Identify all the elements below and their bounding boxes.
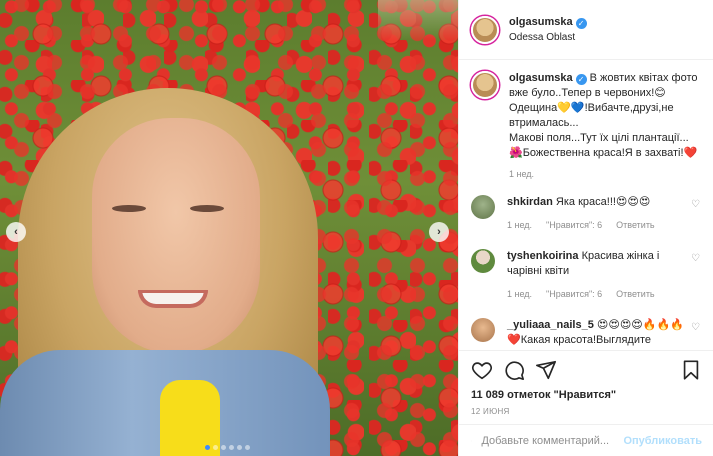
comment-time[interactable]: 1 нед. — [507, 287, 532, 302]
commenter-username[interactable]: _yuliaaa_nails_5 — [507, 319, 594, 331]
comment-like-heart-icon[interactable]: ♡ — [691, 199, 700, 210]
post-panel: olgasumska ✓ Odessa Oblast olgasumska ✓ В … — [458, 0, 713, 456]
caption-username[interactable]: olgasumska — [509, 72, 573, 84]
author-username[interactable]: olgasumska — [509, 16, 573, 28]
comment-input[interactable] — [481, 434, 624, 447]
heart-icon[interactable] — [471, 359, 493, 381]
post-photo[interactable]: ‹ › — [0, 0, 458, 456]
chevron-left-icon: ‹ — [14, 226, 18, 238]
comment-time[interactable]: 1 нед. — [507, 218, 532, 233]
carousel-dot — [213, 445, 218, 450]
commenter-username[interactable]: shkirdan — [507, 196, 553, 208]
reply-button[interactable]: Ответить — [616, 218, 654, 233]
carousel-prev-button[interactable]: ‹ — [6, 222, 26, 242]
verified-icon: ✓ — [575, 74, 587, 85]
comments-list[interactable]: olgasumska ✓ В жовтих квітах фото вже бул… — [459, 61, 713, 350]
author-avatar[interactable] — [471, 15, 499, 44]
chevron-right-icon: › — [437, 226, 441, 238]
portrait-smile — [138, 290, 208, 308]
portrait-face — [92, 118, 260, 354]
commenter-avatar[interactable] — [471, 195, 495, 219]
caption-line: Макові поля...Тут їх цілі плантації... — [509, 132, 689, 144]
portrait-eye-right — [190, 205, 224, 212]
commenter-username[interactable]: tyshenkoirina — [507, 250, 579, 262]
share-icon[interactable] — [535, 359, 557, 381]
caption-line: Одещина💛💙!Вибачте,друзі,не втрималась... — [509, 102, 674, 129]
post-header: olgasumska ✓ Odessa Oblast — [459, 0, 713, 60]
carousel-next-button[interactable]: › — [429, 222, 449, 242]
caption-line: 🌺Божественна краса!Я в захваті!❤️ — [509, 147, 698, 159]
reply-button[interactable]: Ответить — [616, 287, 654, 302]
comment-likes[interactable]: "Нравится": 6 — [546, 287, 602, 302]
sky-patch — [378, 0, 458, 40]
post-location[interactable]: Odessa Oblast — [509, 32, 587, 43]
carousel-dot — [237, 445, 242, 450]
caption-time[interactable]: 1 нед. — [509, 169, 702, 179]
carousel-dot — [221, 445, 226, 450]
likes-count[interactable]: 11 089 отметок "Нравится" — [459, 381, 713, 401]
carousel-dot — [229, 445, 234, 450]
commenter-avatar[interactable] — [471, 249, 495, 273]
carousel-dots — [205, 445, 250, 450]
comment-icon[interactable] — [503, 359, 525, 381]
comment-item: _yuliaaa_nails_5 😍😍😍😍🔥🔥🔥 ❤️Какая красота… — [471, 318, 702, 348]
comment-text: Яка краса!!!😍😍😍 — [555, 196, 651, 208]
post-actions: 11 089 отметок "Нравится" 12 ИЮНЯ Опубли… — [459, 350, 713, 456]
verified-icon: ✓ — [575, 18, 587, 29]
bookmark-icon[interactable] — [680, 359, 702, 381]
carousel-dot — [205, 445, 210, 450]
portrait-eye-left — [112, 205, 146, 212]
comment-like-heart-icon[interactable]: ♡ — [691, 322, 700, 333]
caption-text: olgasumska ✓ В жовтих квітах фото вже бул… — [509, 71, 702, 161]
post-date[interactable]: 12 ИЮНЯ — [459, 401, 713, 416]
carousel-dot — [245, 445, 250, 450]
comment-item: tyshenkoirina Красива жінка і чарівні кв… — [471, 249, 702, 302]
comment-like-heart-icon[interactable]: ♡ — [691, 253, 700, 264]
commenter-avatar[interactable] — [471, 318, 495, 342]
caption-avatar[interactable] — [471, 71, 499, 99]
publish-button[interactable]: Опубликовать — [623, 435, 702, 447]
comment-likes[interactable]: "Нравится": 6 — [546, 218, 602, 233]
comment-item: shkirdan Яка краса!!!😍😍😍 1 нед. "Нравитс… — [471, 195, 702, 233]
caption: olgasumska ✓ В жовтих квітах фото вже бул… — [471, 71, 702, 161]
comment-composer: Опубликовать — [459, 424, 713, 456]
